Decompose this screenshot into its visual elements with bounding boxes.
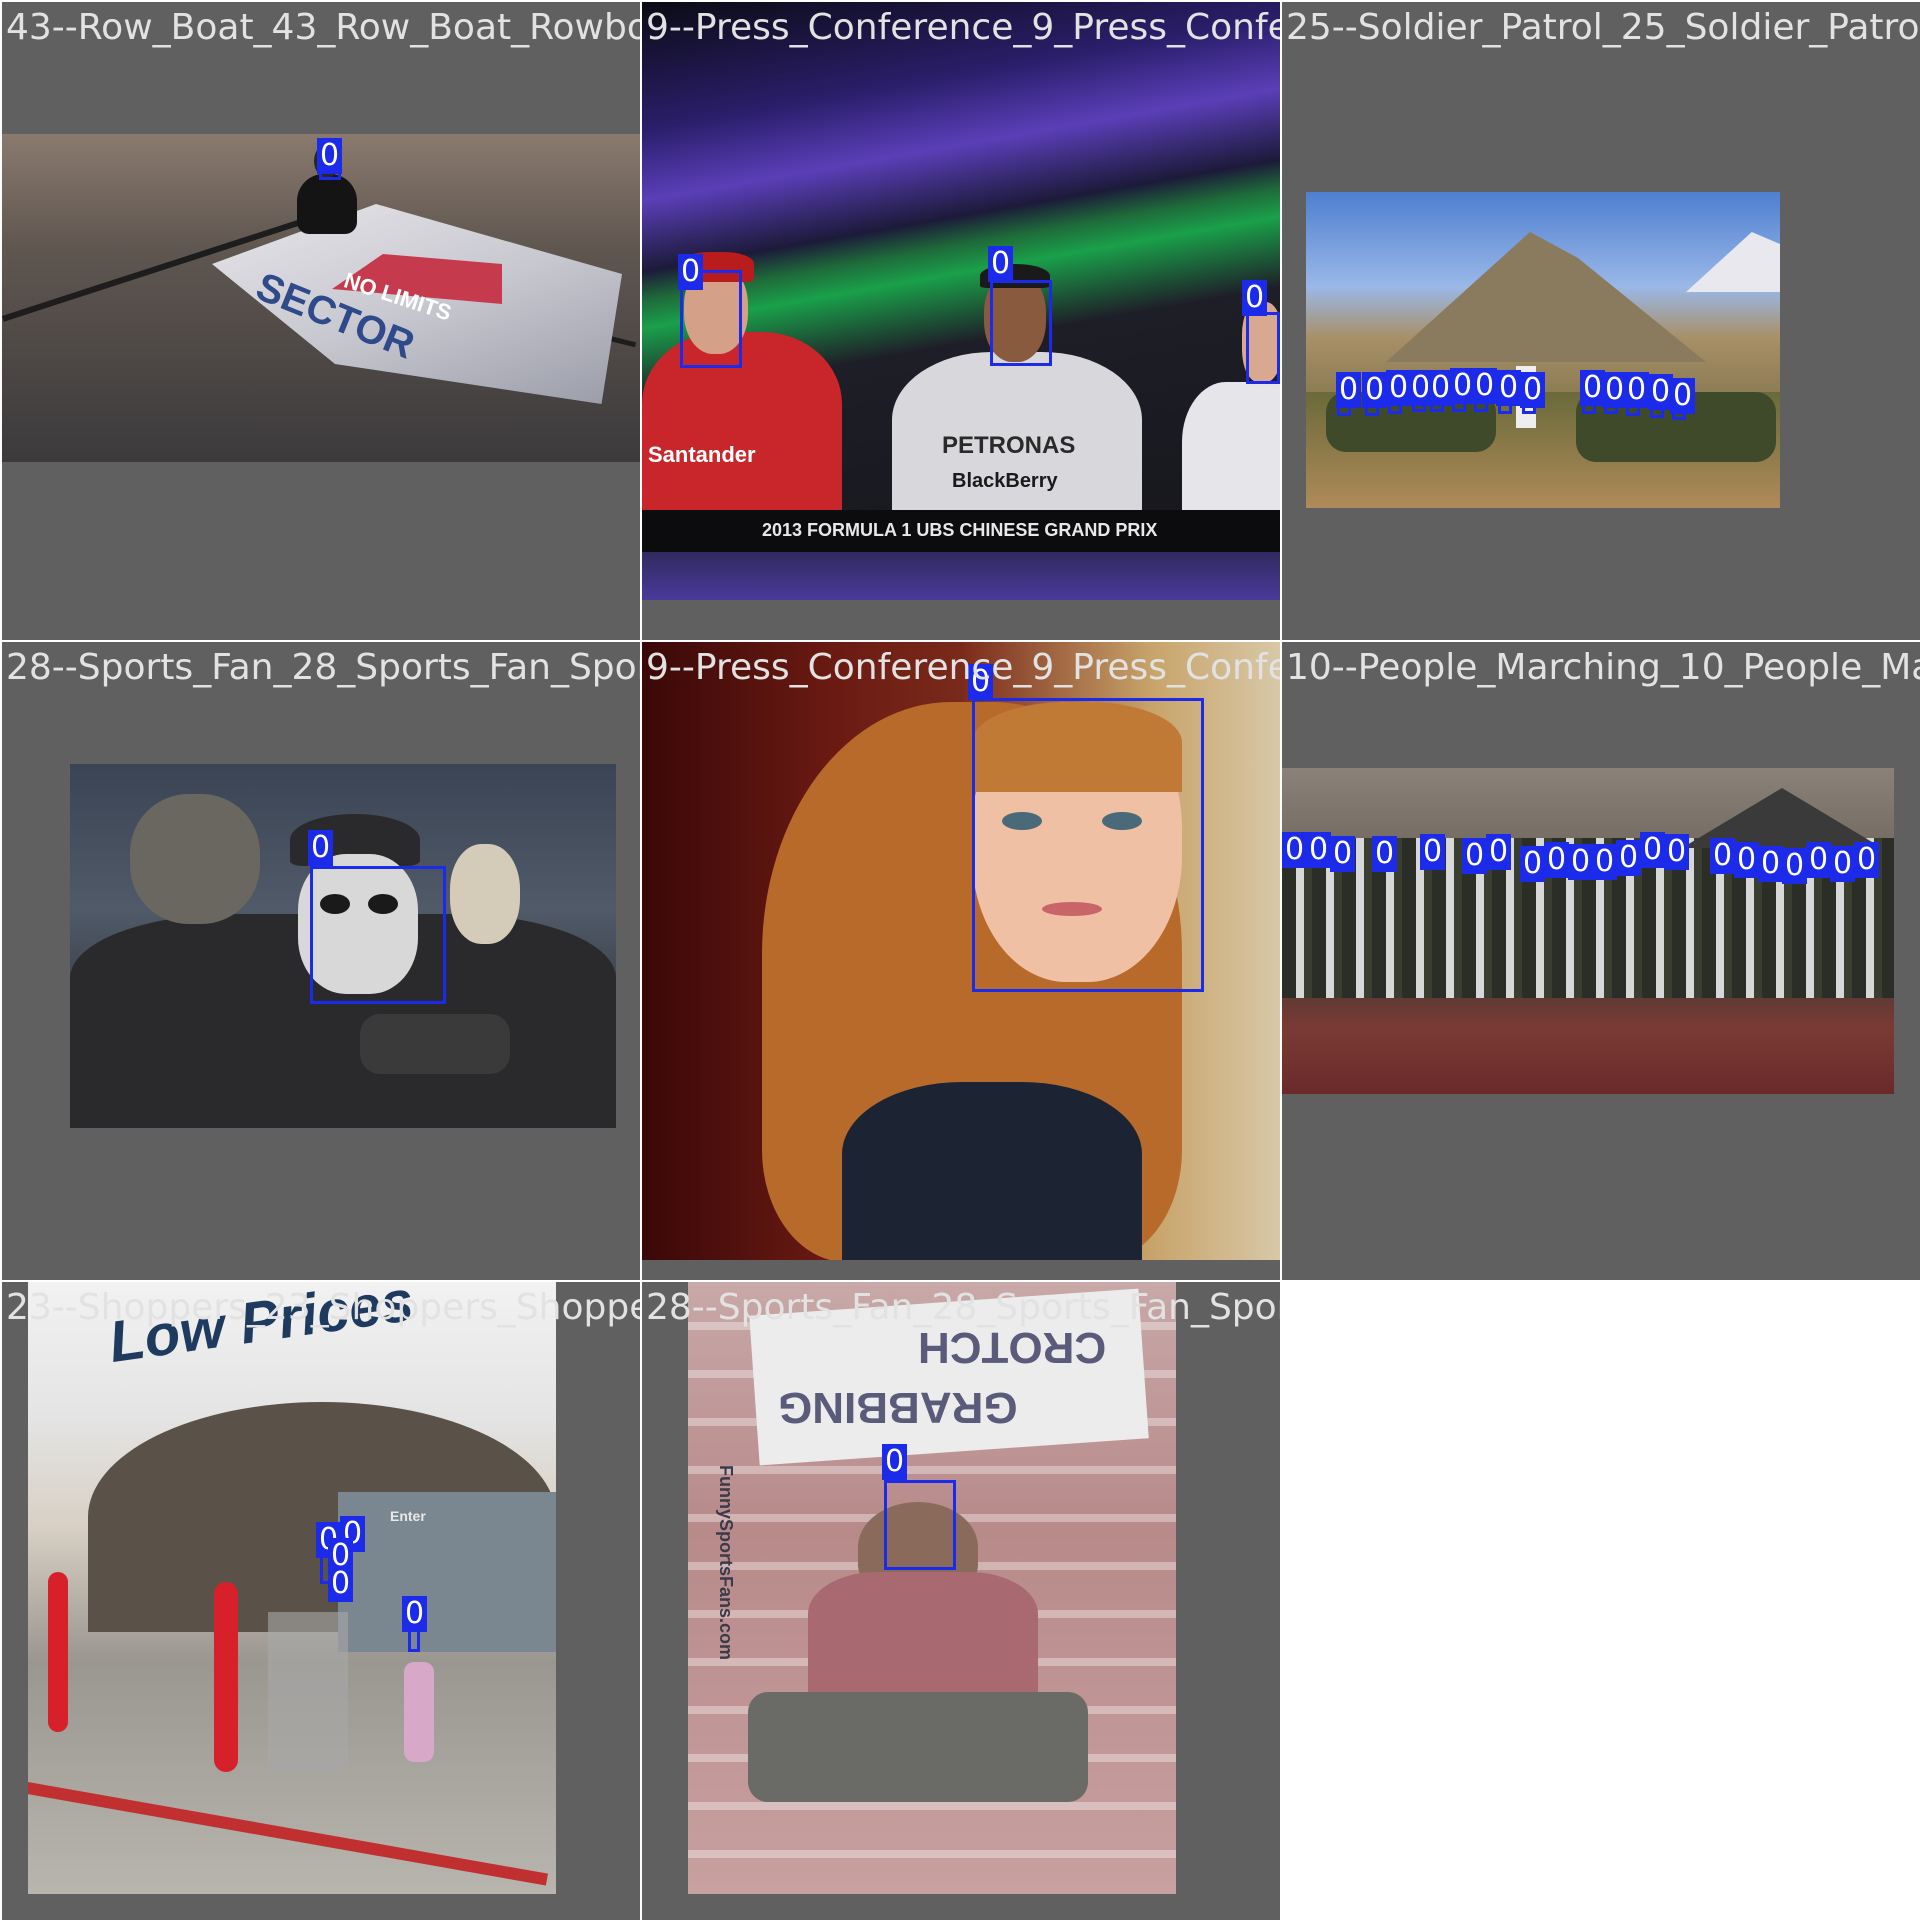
watermark-text: FunnySportsFans.com [716,1464,737,1661]
class-label: 0 [1664,834,1690,870]
class-label: 0 [1520,372,1546,408]
tile-title: 43--Row_Boat_43_Row_Boat_Rowboat_43_426 [6,7,640,48]
store-door-text: Enter [390,1508,426,1524]
class-label: 0 [1306,832,1332,868]
class-label: 0 [1640,832,1666,868]
people-marching-photo [1282,768,1894,1094]
tile-title: 9--Press_Conference_9_Press_Conference_9… [646,647,1280,688]
tile-title: 9--Press_Conference_9_Press_Conference_9… [646,7,1280,48]
table-banner-text: 2013 FORMULA 1 UBS CHINESE GRAND PRIX [762,520,1158,540]
class-label: 0 [1520,846,1546,882]
face-detection-box [310,866,446,1004]
class-label: 0 [328,1566,354,1602]
class-label: 0 [1336,372,1362,408]
class-label: 0 [988,246,1014,282]
class-label: 0 [1710,838,1736,874]
face-detection-box [1246,312,1280,384]
class-label: 0 [1330,836,1356,872]
class-label: 0 [1362,372,1388,408]
soldier-patrol-photo [1306,192,1780,508]
class-label: 0 [1544,842,1570,878]
ferrari-sponsor-text: Santander [648,442,756,467]
shoppers-photo: Low Prices Enter [28,1282,556,1894]
class-label: 0 [317,138,343,174]
tile-title: 23--Shoppers_23_Shoppers_Shoppers_23 [6,1287,640,1328]
class-label: 0 [1372,836,1398,872]
class-label: 0 [1568,844,1594,880]
class-label: 0 [402,1596,428,1632]
fan-sign-line2-text: GRABBING [778,1383,1018,1432]
rowboat-photo: NO LIMITS SECTOR [2,134,640,462]
class-label: 0 [1242,280,1268,316]
sports-fan-sign-photo: CROTCH GRABBING FunnySportsFans.com [688,1282,1176,1894]
class-label: 0 [1616,840,1642,876]
tile-title: 25--Soldier_Patrol_25_Soldier_Patrol_Sol… [1286,7,1920,48]
class-label: 0 [1854,842,1880,878]
mosaic-tile-sports-fan: 0 28--Sports_Fan_28_Sports_Fan_Sports_Fa… [2,642,640,1280]
mosaic-tile-people-marching: 0 0 0 0 0 0 0 0 0 0 0 0 0 0 0 0 0 0 0 0 … [1282,642,1920,1280]
class-label: 0 [1486,834,1512,870]
class-label: 0 [1472,368,1498,404]
class-label: 0 [1420,834,1446,870]
class-label: 0 [1806,842,1832,878]
tile-title: 10--People_Marching_10_People_Marching [1286,647,1920,688]
mosaic-tile-press-conference: Santander PETRONAS BlackBerry 2013 FORMU… [642,2,1280,640]
class-label: 0 [1758,846,1784,882]
tile-title: 28--Sports_Fan_28_Sports_Fan_Sports_Fan_ [646,1287,1280,1328]
suit-sponsor2-text: BlackBerry [952,470,1058,492]
class-label: 0 [678,254,704,290]
face-detection-box [884,1480,956,1570]
suit-sponsor-text: PETRONAS [942,432,1076,459]
mosaic-tile-soldier-patrol: 0 0 0 0 0 0 0 0 0 0 0 0 0 0 25--Soldier_… [1282,2,1920,640]
class-label: 0 [1624,372,1650,408]
mosaic-tile-shoppers: Low Prices Enter 0 0 0 0 0 23--Shoppers_… [2,1282,640,1920]
face-detection-box [972,698,1204,992]
class-label: 0 [308,830,334,866]
tile-title: 28--Sports_Fan_28_Sports_Fan_Sports_Fan [6,647,640,688]
class-label: 0 [1496,370,1522,406]
face-detection-box [990,280,1052,366]
mosaic-tile-portrait: 0 9--Press_Conference_9_Press_Conference… [642,642,1280,1280]
mosaic-tile-rowboat: NO LIMITS SECTOR 0 43--Row_Boat_43_Row_B… [2,2,640,640]
class-label: 0 [882,1444,908,1480]
class-label: 0 [1462,838,1488,874]
class-label: 0 [1782,848,1808,884]
class-label: 0 [1670,378,1696,414]
class-label: 0 [1282,832,1308,868]
class-label: 0 [1734,842,1760,878]
class-label: 0 [1830,846,1856,882]
mosaic-tile-sports-fan-sign: CROTCH GRABBING FunnySportsFans.com 0 28… [642,1282,1280,1920]
class-label: 0 [1592,844,1618,880]
